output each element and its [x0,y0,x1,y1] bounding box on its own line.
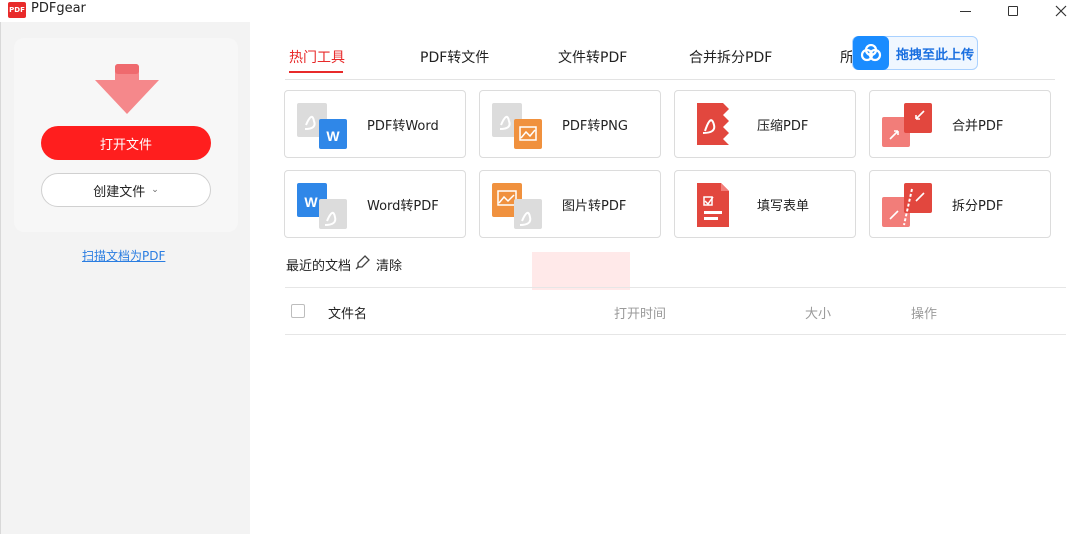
decorative-blob [532,252,630,290]
close-button[interactable] [1038,0,1080,22]
cloud-upload-icon [853,36,889,70]
svg-text:W: W [326,128,340,144]
minimize-button[interactable] [942,0,988,22]
drag-upload-badge[interactable]: 拖拽至此上传 [852,36,978,70]
tool-word-to-pdf[interactable]: W Word转PDF [284,170,466,238]
create-file-button[interactable]: 创建文件 ⌄ [41,173,211,207]
recent-table-header: 文件名 打开时间 大小 操作 [285,287,1066,335]
tool-label: PDF转PNG [562,118,628,134]
column-actions: 操作 [911,307,938,322]
chevron-down-icon: ⌄ [151,185,159,195]
tool-merge-pdf[interactable]: 合并PDF [869,90,1051,158]
create-file-label: 创建文件 [93,184,146,200]
maximize-icon [1008,6,1018,16]
tool-fill-form[interactable]: 填写表单 [674,170,856,238]
image-to-pdf-icon [492,183,542,229]
tool-label: 压缩PDF [757,118,809,134]
tool-label: Word转PDF [367,198,439,214]
tab-file-to-pdf[interactable]: 文件转PDF [558,47,627,67]
sidebar: 打开文件 创建文件 ⌄ 扫描文档为PDF [0,22,250,534]
recent-documents-title: 最近的文档 [286,259,352,274]
svg-text:W: W [304,194,318,210]
app-logo-icon: PDF [8,2,26,18]
merge-pdf-icon [882,103,932,147]
select-all-checkbox[interactable] [291,304,305,318]
drop-arrow-icon [95,64,159,114]
tool-label: 拆分PDF [952,198,1004,214]
word-to-pdf-icon: W [297,183,347,229]
column-file-name[interactable]: 文件名 [328,303,367,322]
tab-pdf-to-file[interactable]: PDF转文件 [420,47,489,67]
clear-button[interactable]: 清除 [376,255,402,274]
tool-label: PDF转Word [367,118,439,134]
title-bar: PDF PDFgear [0,0,1080,22]
tool-image-to-pdf[interactable]: 图片转PDF [479,170,661,238]
fill-form-icon [697,183,729,227]
minimize-icon [959,10,971,12]
maximize-button[interactable] [990,0,1036,22]
column-size[interactable]: 大小 [805,303,831,322]
scan-to-pdf-link[interactable]: 扫描文档为PDF [82,247,165,264]
column-open-time[interactable]: 打开时间 [614,303,666,322]
app-title: PDFgear [31,1,86,16]
tab-merge-split-pdf[interactable]: 合并拆分PDF [689,47,772,67]
tool-split-pdf[interactable]: 拆分PDF [869,170,1051,238]
tool-pdf-to-word[interactable]: W PDF转Word [284,90,466,158]
tool-compress-pdf[interactable]: 压缩PDF [674,90,856,158]
open-file-button[interactable]: 打开文件 [41,126,211,160]
tool-label: 合并PDF [952,118,1004,134]
upload-label: 拖拽至此上传 [896,47,975,63]
active-tab-underline [289,71,343,73]
compress-pdf-icon [697,103,729,145]
broom-icon[interactable] [355,254,371,270]
tool-label: 图片转PDF [562,198,627,214]
pdf-to-png-icon [492,103,542,149]
tool-label: 填写表单 [757,198,810,214]
close-icon [1055,5,1067,17]
split-pdf-icon [882,183,932,227]
tool-pdf-to-png[interactable]: PDF转PNG [479,90,661,158]
tab-popular-tools[interactable]: 热门工具 [289,47,345,67]
pdf-to-word-icon: W [297,103,347,149]
